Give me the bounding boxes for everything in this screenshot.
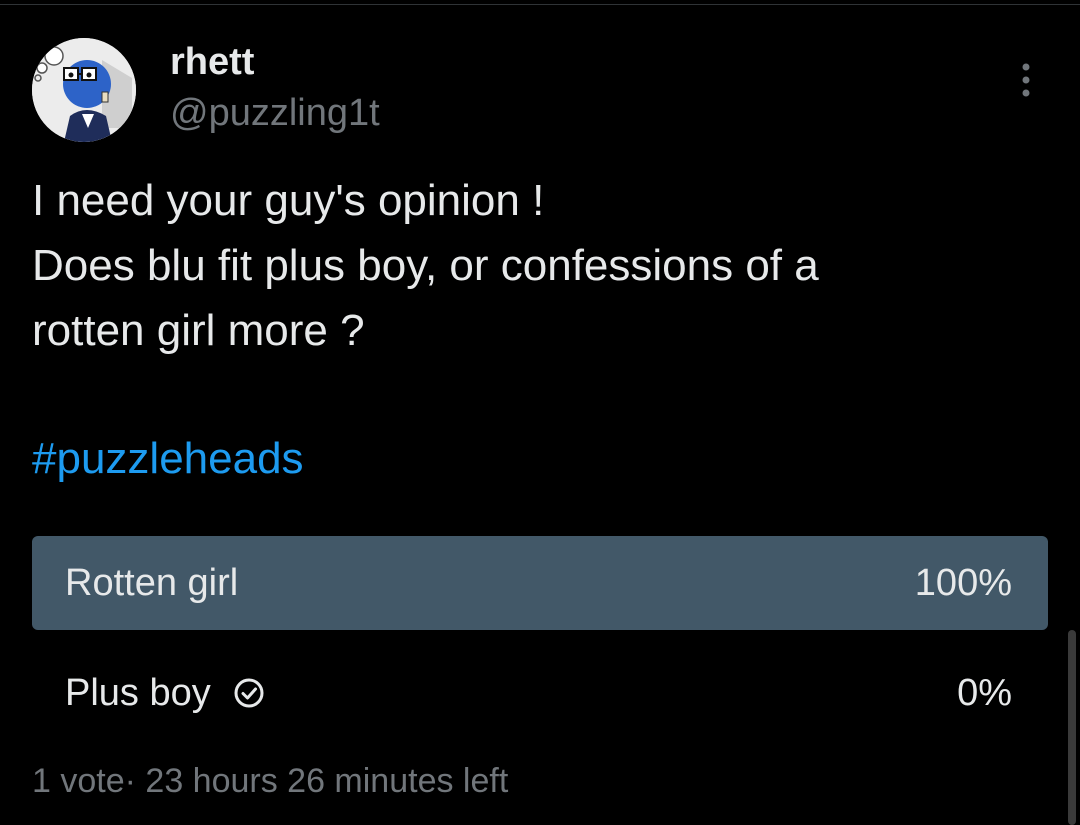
avatar-image <box>32 38 136 142</box>
poll-option-percent: 0% <box>957 671 1012 714</box>
avatar[interactable] <box>32 38 136 142</box>
tweet-text: I need your guy's opinion ! Does blu fit… <box>32 168 1032 363</box>
poll-time-left: 23 hours 26 minutes left <box>145 762 509 800</box>
hashtag-link[interactable]: #puzzleheads <box>32 426 304 491</box>
tweet-text-line: Does blu fit plus boy, or confessions of… <box>32 241 819 290</box>
poll-option-percent: 100% <box>914 561 1012 604</box>
scrollbar[interactable] <box>1068 630 1076 825</box>
check-circle-icon <box>234 678 264 708</box>
author-display-name[interactable]: rhett <box>170 40 254 84</box>
poll-option-label: Rotten girl <box>65 536 238 630</box>
poll-meta-separator: · <box>124 762 136 800</box>
poll-option-label-text: Plus boy <box>65 671 211 714</box>
poll-option-rotten-girl[interactable]: Rotten girl 100% <box>32 536 1048 630</box>
poll-option-label: Plus boy <box>65 646 265 740</box>
poll-option-label-text: Rotten girl <box>65 561 239 604</box>
top-divider <box>0 4 1080 5</box>
tweet-text-line: I need your guy's opinion ! <box>32 176 545 225</box>
more-vertical-icon <box>1022 63 1030 97</box>
poll-meta: 1 vote· 23 hours 26 minutes left <box>32 758 508 804</box>
author-handle[interactable]: @puzzling1t <box>170 91 380 135</box>
more-options-button[interactable] <box>1004 58 1048 102</box>
tweet-text-line: rotten girl more ? <box>32 306 365 355</box>
poll-option-plus-boy[interactable]: Plus boy 0% <box>32 646 1048 740</box>
poll-vote-count: 1 vote <box>32 762 125 800</box>
